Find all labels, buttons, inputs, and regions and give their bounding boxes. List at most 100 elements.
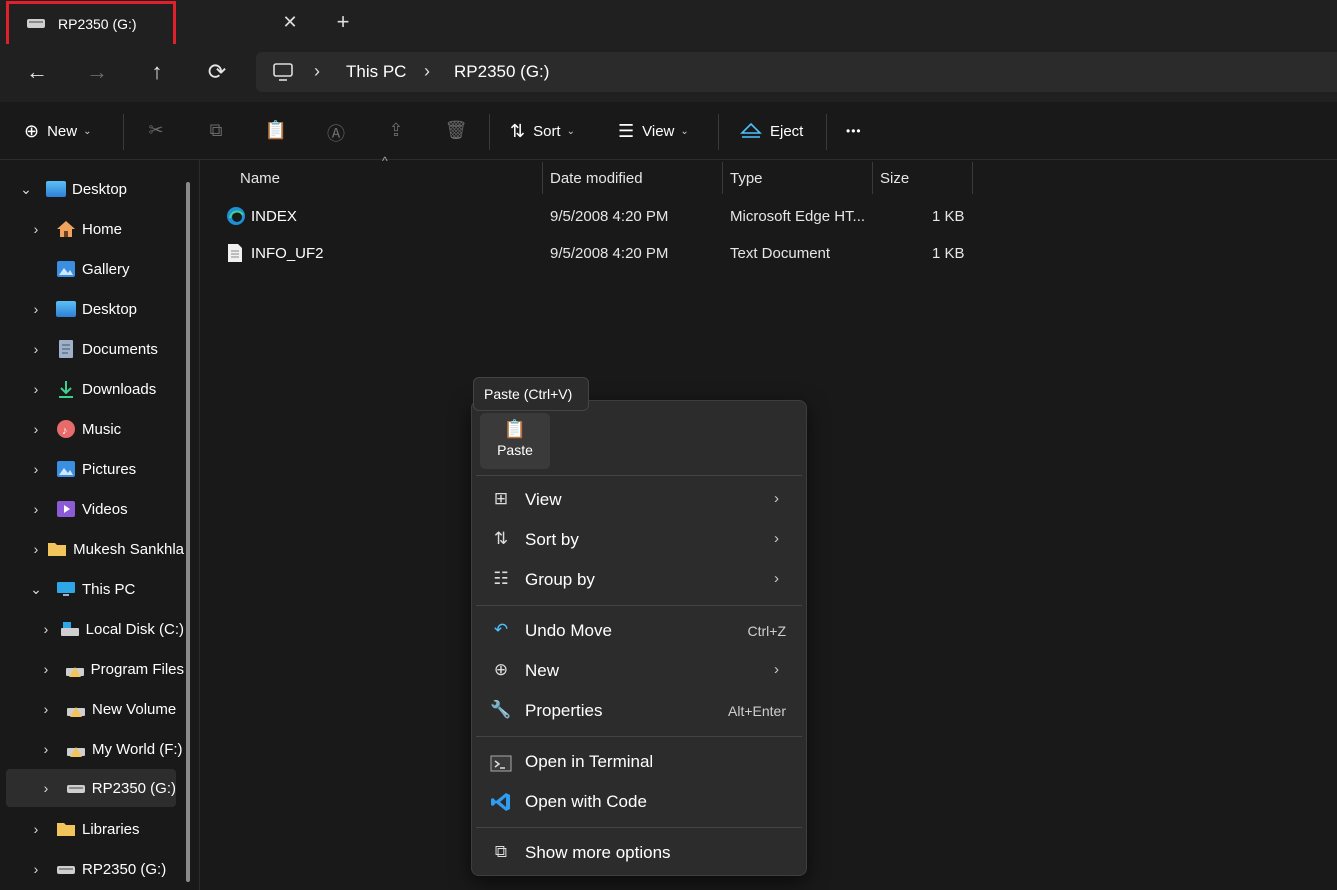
paste-button[interactable]: 📋 Paste	[480, 413, 550, 469]
cut-icon[interactable]: ✂	[144, 120, 168, 144]
chevron-right-icon[interactable]: ›	[28, 301, 44, 317]
menu-item-open-with-code[interactable]: Open with Code	[476, 783, 802, 821]
table-row[interactable]: INDEX 9/5/2008 4:20 PM Microsoft Edge HT…	[221, 199, 981, 235]
new-tab-button[interactable]: +	[330, 10, 356, 36]
vscode-icon	[491, 793, 510, 811]
sidebar-scrollbar[interactable]	[186, 182, 190, 882]
sidebar-item-new-volume[interactable]: › New Volume	[34, 691, 184, 727]
refresh-button[interactable]: ⟳	[202, 58, 232, 88]
sidebar-item-program-files[interactable]: › Program Files	[34, 651, 184, 687]
more-options-icon: ⧉	[494, 842, 508, 861]
menu-divider	[476, 736, 802, 737]
chevron-down-icon[interactable]: ⌄	[18, 181, 34, 198]
sidebar-item-my-world[interactable]: › My World (F:)	[34, 731, 184, 767]
paste-icon[interactable]: 📋	[264, 120, 288, 144]
menu-item-open-terminal[interactable]: Open in Terminal	[476, 743, 802, 781]
menu-item-label: Open in Terminal	[525, 752, 654, 771]
column-divider[interactable]	[722, 162, 723, 194]
sidebar-item-videos[interactable]: › Videos	[24, 491, 184, 527]
more-options-button[interactable]: •••	[846, 116, 862, 146]
chevron-right-icon[interactable]: ›	[38, 780, 54, 796]
sort-button[interactable]: ⇅ Sort ⌄	[510, 116, 575, 146]
sidebar-item-local-disk[interactable]: › Local Disk (C:)	[34, 611, 184, 647]
chevron-right-icon[interactable]: ›	[38, 701, 54, 717]
chevron-right-icon[interactable]: ›	[28, 381, 44, 397]
sidebar-item-label: Local Disk (C:)	[85, 620, 184, 638]
address-bar[interactable]: › This PC › RP2350 (G:)	[256, 52, 1337, 92]
sidebar-item-rp2350-selected[interactable]: › RP2350 (G:)	[6, 769, 176, 807]
chevron-right-icon[interactable]: ›	[38, 661, 54, 677]
menu-item-view[interactable]: ⊞ View ›	[476, 481, 802, 519]
eject-button[interactable]: Eject	[740, 116, 803, 146]
locked-drive-icon	[67, 707, 85, 717]
menu-item-undo-move[interactable]: ↶ Undo Move Ctrl+Z	[476, 612, 802, 650]
chevron-right-icon[interactable]: ›	[28, 541, 44, 557]
tab-strip	[312, 0, 1337, 44]
menu-item-new[interactable]: ⊕ New ›	[476, 652, 802, 690]
column-header-date[interactable]: Date modified	[550, 170, 643, 187]
menu-item-group-by[interactable]: ☷ Group by ›	[476, 561, 802, 599]
menu-item-sort-by[interactable]: ⇅ Sort by ›	[476, 521, 802, 559]
download-icon	[59, 381, 73, 398]
chevron-right-icon[interactable]: ›	[38, 621, 54, 637]
sidebar-item-home[interactable]: › Home	[24, 211, 184, 247]
breadcrumb-this-pc[interactable]: This PC	[346, 62, 406, 82]
share-icon[interactable]: ⇪	[384, 120, 408, 144]
sidebar-item-desktop[interactable]: › Desktop	[24, 291, 184, 327]
column-header-name[interactable]: Name	[240, 170, 280, 187]
sidebar-item-label: Desktop	[72, 180, 128, 198]
close-tab-button[interactable]: ✕	[278, 10, 302, 34]
chevron-right-icon[interactable]: ›	[28, 821, 44, 837]
sidebar-item-downloads[interactable]: › Downloads	[24, 371, 184, 407]
sidebar-item-desktop-root[interactable]: ⌄ Desktop	[14, 171, 184, 207]
chevron-right-icon[interactable]: ›	[28, 341, 44, 357]
sidebar-item-pictures[interactable]: › Pictures	[24, 451, 184, 487]
command-bar: ⊕ New ⌄ ✂ ⧉ 📋 Ⓐ ⇪ 🗑 ⇅ Sort ⌄ ☰ View ⌄ Ej…	[0, 102, 1337, 160]
rename-icon[interactable]: Ⓐ	[324, 120, 348, 144]
chevron-right-icon[interactable]: ›	[28, 421, 44, 437]
forward-button[interactable]: →	[82, 58, 112, 88]
column-header-size[interactable]: Size	[880, 170, 909, 187]
sidebar-item-music[interactable]: › ♪ Music	[24, 411, 184, 447]
file-type: Text Document	[730, 245, 831, 262]
chevron-right-icon[interactable]: ›	[28, 221, 44, 237]
chevron-right-icon[interactable]: ›	[38, 741, 54, 757]
menu-item-show-more-options[interactable]: ⧉ Show more options	[476, 834, 802, 872]
sidebar-item-libraries[interactable]: › Libraries	[24, 811, 184, 847]
breadcrumb-rp2350[interactable]: RP2350 (G:)	[454, 62, 549, 82]
file-name: INDEX	[251, 208, 297, 225]
copy-icon[interactable]: ⧉	[204, 120, 228, 144]
column-header-type[interactable]: Type	[730, 170, 763, 187]
menu-divider	[476, 475, 802, 476]
up-button[interactable]: ↑	[142, 58, 172, 88]
sidebar-item-this-pc[interactable]: ⌄ This PC	[24, 571, 184, 607]
chevron-right-icon[interactable]: ›	[28, 461, 44, 477]
file-type: Microsoft Edge HT...	[730, 208, 866, 225]
sidebar-item-label: Videos	[82, 500, 128, 518]
delete-icon[interactable]: 🗑	[444, 120, 468, 144]
sidebar-item-rp2350[interactable]: › RP2350 (G:)	[24, 851, 184, 887]
eject-label: Eject	[770, 122, 804, 140]
view-button[interactable]: ☰ View ⌄	[618, 116, 689, 146]
column-divider[interactable]	[872, 162, 873, 194]
divider	[489, 114, 490, 150]
chevron-down-icon: ⌄	[566, 125, 575, 137]
chevron-right-icon[interactable]: ›	[28, 501, 44, 517]
table-row[interactable]: INFO_UF2 9/5/2008 4:20 PM Text Document …	[221, 236, 981, 272]
back-button[interactable]: ←	[22, 58, 52, 88]
gallery-icon	[57, 261, 75, 277]
menu-shortcut: Ctrl+Z	[747, 623, 787, 639]
paste-tooltip: Paste (Ctrl+V)	[473, 377, 589, 411]
terminal-icon	[490, 755, 512, 772]
chevron-right-icon[interactable]: ›	[28, 861, 44, 877]
chevron-down-icon[interactable]: ⌄	[28, 581, 44, 598]
menu-item-properties[interactable]: 🔧 Properties Alt+Enter	[476, 692, 802, 730]
column-divider[interactable]	[542, 162, 543, 194]
sidebar-item-user-folder[interactable]: › Mukesh Sankhla	[24, 531, 184, 567]
sidebar-item-documents[interactable]: › Documents	[24, 331, 184, 367]
sidebar-item-gallery[interactable]: Gallery	[24, 251, 184, 287]
sidebar-item-label: Home	[82, 220, 123, 238]
plus-circle-icon: ⊕	[493, 660, 509, 679]
column-divider[interactable]	[972, 162, 973, 194]
new-button[interactable]: ⊕ New ⌄	[24, 116, 92, 146]
